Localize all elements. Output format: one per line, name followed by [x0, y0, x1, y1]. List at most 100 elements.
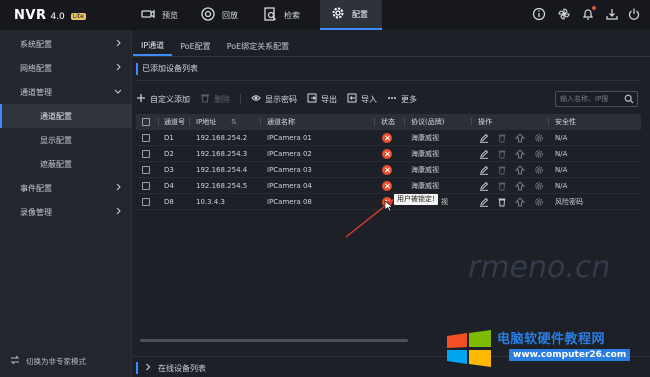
cell-security: N/A	[555, 150, 568, 158]
chevron-right-icon	[114, 39, 122, 47]
sidebar-item-network[interactable]: 网络配置	[0, 56, 132, 80]
sidebar: 系统配置 网络配置 通道管理 通道配置 显示配置 遮蔽配置 事件配置 录像管理 …	[0, 30, 132, 377]
trash-icon[interactable]	[497, 133, 507, 143]
horizontal-scrollbar[interactable]	[140, 339, 408, 342]
error-status-icon[interactable]	[382, 149, 392, 159]
table-row[interactable]: D1 192.168.254.2 IPCamera 01 海康威视 N/A	[136, 130, 641, 146]
upgrade-icon[interactable]	[514, 149, 526, 159]
watermark-faint-text: rmeno.cn	[468, 250, 611, 285]
sidebar-item-label: 通道配置	[40, 111, 72, 121]
sidebar-item-channel-config[interactable]: 通道配置	[0, 104, 132, 128]
sidebar-item-recording[interactable]: 录像管理	[0, 200, 132, 224]
sidebar-item-event[interactable]: 事件配置	[0, 176, 132, 200]
sidebar-item-mask-config[interactable]: 遮蔽配置	[0, 152, 132, 176]
sort-icon[interactable]: ⇅	[231, 114, 237, 130]
col-channel[interactable]: 通道号	[164, 114, 185, 130]
sidebar-item-system[interactable]: 系统配置	[0, 32, 132, 56]
sidebar-item-channel-management[interactable]: 通道管理	[0, 80, 132, 104]
top-bar: NVR 4.0 Lite 预览 回放 检索 配置	[0, 0, 650, 30]
tab-config[interactable]: 配置	[320, 0, 382, 30]
brand-version: 4.0	[50, 12, 65, 22]
error-status-icon[interactable]	[382, 165, 392, 175]
upgrade-icon[interactable]	[514, 133, 526, 143]
upgrade-icon[interactable]	[514, 197, 526, 207]
cell-name: IPCamera 01	[267, 134, 312, 142]
more-button[interactable]: 更多	[387, 93, 417, 105]
settings-fan-icon[interactable]	[557, 7, 571, 21]
tab-playback[interactable]: 回放	[200, 0, 246, 30]
gear-icon[interactable]	[534, 197, 544, 207]
row-checkbox[interactable]	[142, 134, 150, 142]
cell-ip: 192.168.254.5	[196, 182, 248, 190]
export-button[interactable]: 导出	[307, 93, 337, 105]
power-icon[interactable]	[627, 7, 641, 21]
col-status[interactable]: 状态	[381, 114, 395, 130]
toolbar-separator	[240, 94, 241, 104]
tab-poe-config[interactable]: PoE配置	[172, 36, 219, 56]
edition-badge: Lite	[70, 13, 86, 20]
edit-icon[interactable]	[479, 181, 489, 191]
row-checkbox[interactable]	[142, 166, 150, 174]
gear-icon[interactable]	[534, 165, 544, 175]
trash-icon[interactable]	[497, 197, 507, 207]
row-checkbox[interactable]	[142, 198, 150, 206]
edit-icon[interactable]	[479, 165, 489, 175]
tab-search[interactable]: 检索	[262, 0, 310, 30]
upgrade-icon[interactable]	[514, 181, 526, 191]
online-device-list-toggle[interactable]: 在线设备列表	[136, 362, 206, 374]
col-actions[interactable]: 操作	[478, 114, 492, 130]
sidebar-item-label: 遮蔽配置	[40, 159, 72, 169]
section-divider	[136, 80, 641, 81]
content-tabs: IP通道 PoE配置 PoE绑定关系配置	[133, 36, 297, 56]
gear-icon[interactable]	[534, 149, 544, 159]
delete-button[interactable]: 删除	[200, 93, 230, 105]
tab-preview[interactable]: 预览	[140, 0, 188, 30]
expert-mode-toggle[interactable]: 切换为非专家模式	[10, 355, 86, 367]
button-label: 删除	[214, 94, 230, 104]
trash-icon[interactable]	[497, 165, 507, 175]
col-ip[interactable]: IP地址	[196, 114, 216, 130]
cell-channel: D2	[164, 150, 174, 158]
tab-poe-binding[interactable]: PoE绑定关系配置	[219, 36, 298, 56]
trash-icon[interactable]	[497, 181, 507, 191]
table-row[interactable]: D2 192.168.254.3 IPCamera 02 海康威视 N/A	[136, 146, 641, 162]
col-protocol[interactable]: 协议(品牌)	[411, 114, 444, 130]
cell-ip: 10.3.4.3	[196, 198, 225, 206]
column-separator	[158, 118, 159, 126]
col-security[interactable]: 安全性	[555, 114, 576, 130]
tab-ip-channel[interactable]: IP通道	[133, 36, 173, 56]
edit-icon[interactable]	[479, 149, 489, 159]
row-checkbox[interactable]	[142, 182, 150, 190]
gear-icon[interactable]	[534, 181, 544, 191]
ellipsis-icon	[387, 93, 397, 105]
sidebar-item-label: 事件配置	[20, 183, 52, 193]
edit-icon[interactable]	[479, 197, 489, 207]
import-button[interactable]: 导入	[347, 93, 377, 105]
table-row[interactable]: D3 192.168.254.4 IPCamera 03 海康威视 N/A	[136, 162, 641, 178]
upgrade-icon[interactable]	[514, 165, 526, 175]
select-all-checkbox[interactable]	[142, 118, 150, 126]
show-password-button[interactable]: 显示密码	[251, 93, 297, 105]
col-name[interactable]: 通道名称	[267, 114, 295, 130]
chevron-right-icon	[114, 207, 122, 215]
custom-add-button[interactable]: 自定义添加	[136, 93, 190, 105]
sidebar-item-display-config[interactable]: 显示配置	[0, 128, 132, 152]
search-icon[interactable]	[624, 94, 634, 104]
tooltip: 用户被锁定!	[394, 194, 438, 205]
cell-protocol: 视	[441, 198, 448, 206]
gear-icon[interactable]	[534, 133, 544, 143]
error-status-icon[interactable]	[382, 181, 392, 191]
table-row[interactable]: D4 192.168.254.5 IPCamera 04 海康威视 N/A	[136, 178, 641, 194]
info-icon[interactable]	[532, 7, 546, 21]
chevron-right-icon	[114, 63, 122, 71]
download-icon[interactable]	[605, 7, 619, 21]
cell-name: IPCamera 03	[267, 166, 312, 174]
error-status-icon[interactable]	[382, 133, 392, 143]
row-checkbox[interactable]	[142, 150, 150, 158]
trash-icon[interactable]	[497, 149, 507, 159]
edit-icon[interactable]	[479, 133, 489, 143]
bell-icon[interactable]	[581, 6, 596, 21]
search-input[interactable]	[560, 94, 622, 104]
watermark-title: 电脑软硬件教程网	[497, 332, 606, 347]
column-separator	[404, 118, 405, 126]
